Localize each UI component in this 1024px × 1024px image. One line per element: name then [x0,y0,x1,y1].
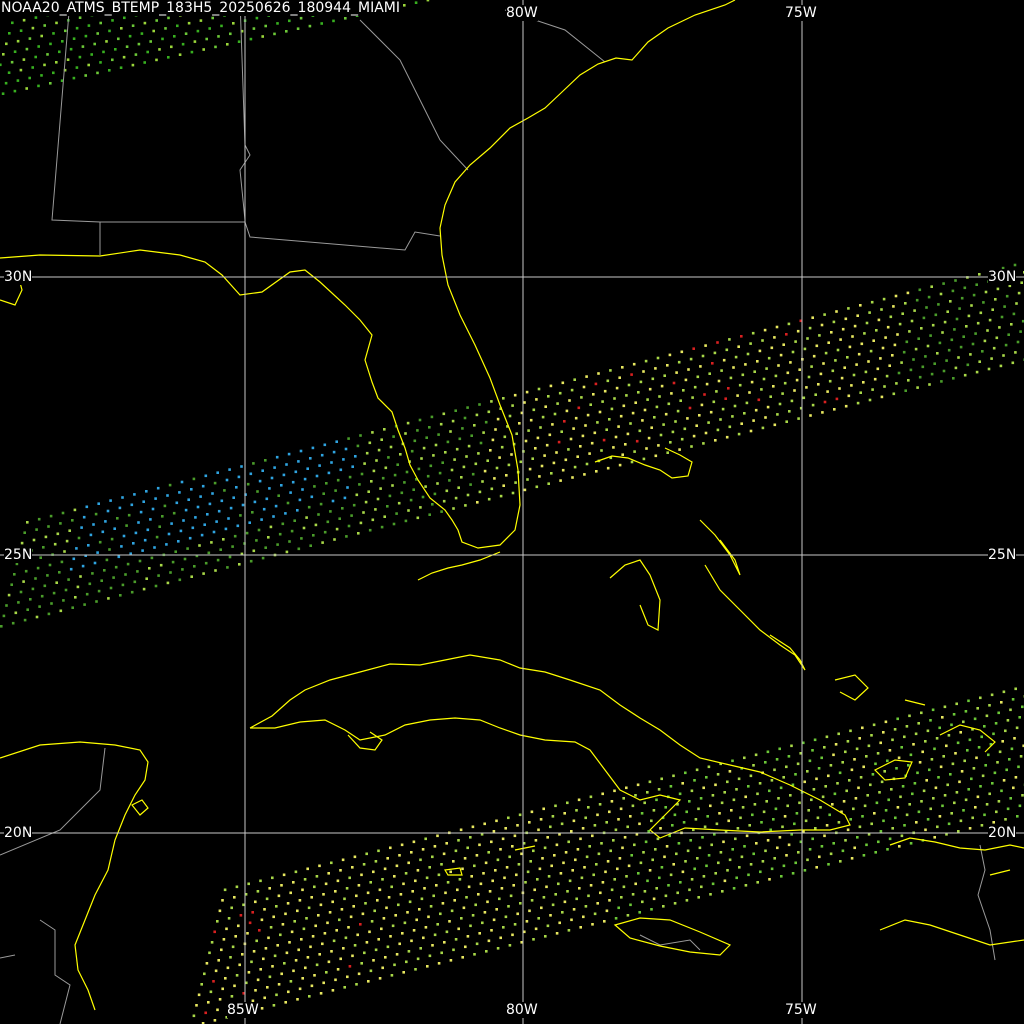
coast-cuba [249,654,851,839]
border-guatemala [39,919,71,1024]
product-title: NOAA20_ATMS_BTEMP_183H5_20250626_180944_… [1,0,402,16]
coast-hispaniola-south [879,919,1024,946]
label-30n-right: 30N [988,269,1017,285]
border-belize [0,954,16,959]
border-alabama-georgia [51,0,101,255]
coast-long-island [704,564,806,671]
satellite-map: NOAA20_ATMS_BTEMP_183H5_20250626_180944_… [0,0,1024,1024]
label-75w-top: 75W [785,5,817,21]
swath-central [0,263,1024,628]
label-20n-left: 20N [4,825,33,841]
swath-south [192,687,1024,1024]
border-haiti-dr [977,844,996,961]
coast-great-inagua [834,674,869,701]
label-25n-left: 25N [4,547,33,563]
coastlines [0,0,1024,1011]
label-80w-bottom: 80W [506,1002,538,1018]
lat-lon-grid [0,0,1024,1024]
label-30n-left: 30N [4,269,33,285]
coast-cozumel [131,799,149,816]
coast-andros [609,559,661,631]
coast-yucatan [0,741,149,1011]
coast-turks [939,724,996,753]
map-canvas [0,0,1024,1024]
label-20n-right: 20N [988,825,1017,841]
coast-bahamas-north [594,447,693,479]
swath-layer [0,0,1024,1024]
state-borders [0,0,996,1024]
coast-gulf [0,0,736,549]
coast-jamaica [613,917,732,956]
border-ga-sc [359,19,469,171]
label-25n-right: 25N [988,547,1017,563]
border-ga-fl [100,221,441,251]
coast-keys [417,551,501,581]
coast-cayman [444,867,463,876]
label-85w-bottom: 85W [227,1002,259,1018]
label-75w-bottom: 75W [785,1002,817,1018]
label-80w-top: 80W [506,5,538,21]
